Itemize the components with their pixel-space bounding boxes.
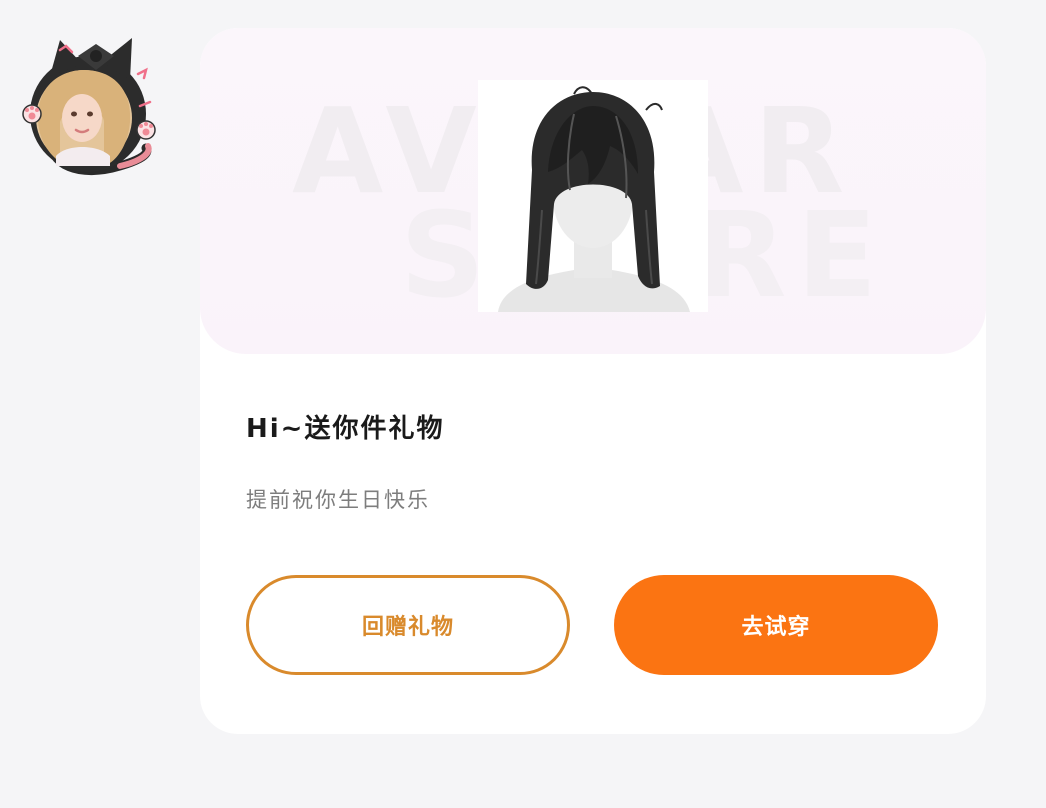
gift-title: Hi~送你件礼物 [246,414,445,444]
return-gift-button[interactable]: 回赠礼物 [246,575,570,675]
try-on-button[interactable]: 去试穿 [614,575,938,675]
cat-ear-avatar-icon [22,38,156,176]
sender-avatar[interactable] [20,26,160,182]
long-black-hair-icon [498,86,690,312]
gift-banner: AVATAR STORE [200,28,986,354]
gift-subtitle: 提前祝你生日快乐 [246,488,430,512]
gift-product-image [478,80,708,312]
gift-message-card[interactable]: AVATAR STORE [200,28,986,734]
